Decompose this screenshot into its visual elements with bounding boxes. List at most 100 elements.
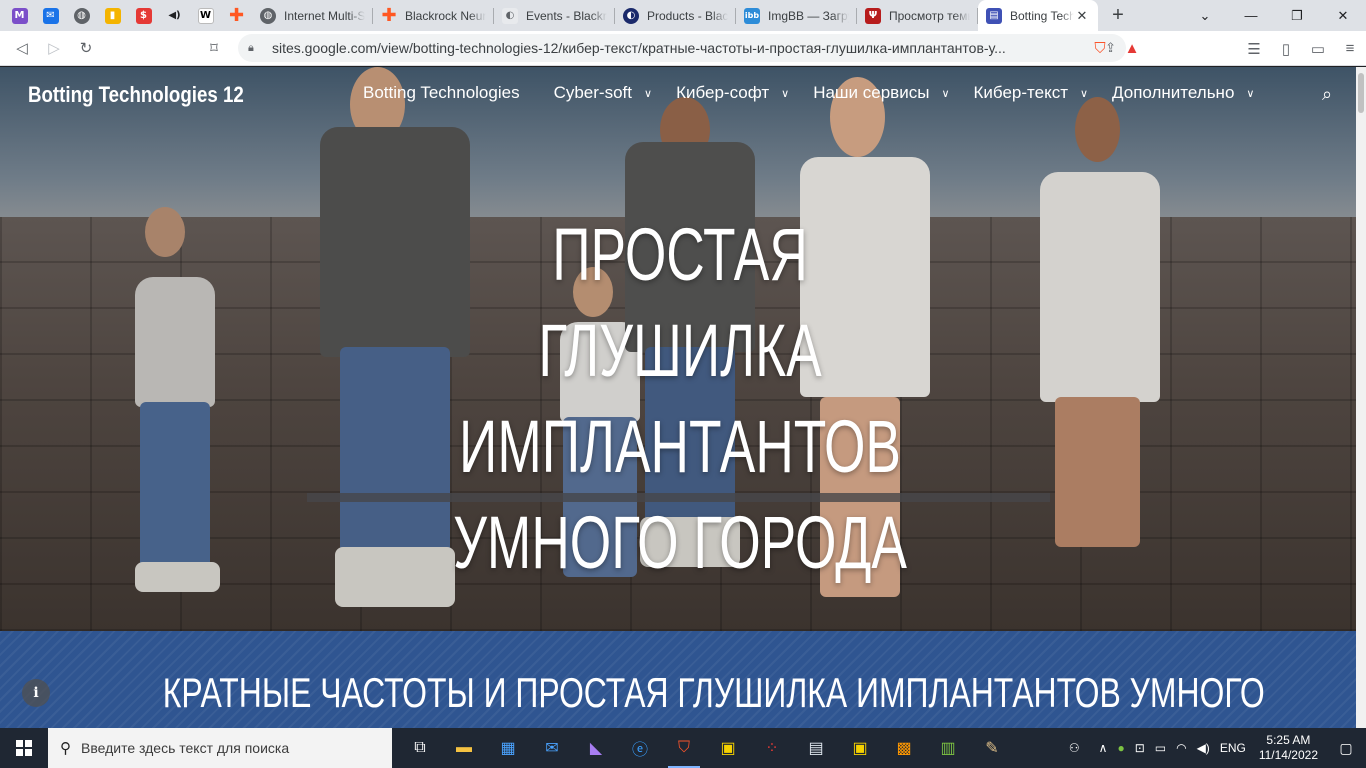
search-icon[interactable]: ⌕	[1322, 84, 1332, 105]
visual-studio-icon[interactable]: ◣	[574, 728, 618, 768]
language-indicator[interactable]: ENG	[1220, 741, 1246, 755]
nav-services[interactable]: Наши сервисы ∨	[813, 83, 949, 103]
forward-icon[interactable]: ▷	[38, 32, 70, 64]
windows-taskbar: ⚲ Введите здесь текст для поиска ⧉ ▬ ▦ ✉…	[0, 728, 1366, 768]
tab-title: Просмотр темы	[889, 8, 970, 23]
paint-icon[interactable]: ✎	[970, 728, 1014, 768]
pinned-tab-wikipedia[interactable]: W	[190, 0, 221, 31]
brave-shield-icon[interactable]: ⛉	[1084, 33, 1116, 65]
plus-icon: ✚	[381, 5, 397, 26]
pinned-tab-speaker[interactable]: ◀)	[159, 0, 190, 31]
pinned-tab-email[interactable]: ✉	[35, 0, 66, 31]
hero-banner: Botting Technologies 12 Botting Technolo…	[0, 67, 1356, 631]
section-title: КРАТНЫЕ ЧАСТОТЫ И ПРОСТАЯ ГЛУШИЛКА ИМПЛА…	[162, 669, 1265, 716]
wifi-icon[interactable]: ◠	[1176, 741, 1186, 755]
app-yellow-icon[interactable]: ▣	[706, 728, 750, 768]
playlist-icon[interactable]: ☰	[1238, 33, 1270, 65]
plus-icon: ✚	[228, 5, 245, 26]
pinned-tab-chart[interactable]: ▮	[97, 0, 128, 31]
chevron-down-icon[interactable]: ∨	[1246, 87, 1254, 100]
app-chart-icon[interactable]: ▥	[926, 728, 970, 768]
info-icon[interactable]: i	[22, 679, 50, 707]
windows-logo-icon	[16, 740, 32, 756]
nav-more[interactable]: Дополнительно ∨	[1112, 83, 1254, 103]
reload-icon[interactable]: ↻	[70, 32, 102, 64]
app-red-dots-icon[interactable]: ⁘	[750, 728, 794, 768]
url-text[interactable]: sites.google.com/view/botting-technologi…	[272, 40, 1097, 56]
brave-rewards-icon[interactable]: ▲	[1116, 33, 1148, 65]
scrollbar-thumb[interactable]	[1358, 73, 1364, 113]
section-header-band: КРАТНЫЕ ЧАСТОТЫ И ПРОСТАЯ ГЛУШИЛКА ИМПЛА…	[0, 631, 1356, 728]
tray-app-icon[interactable]: ⊡	[1135, 741, 1145, 755]
tab-title: ImgBB — Загру	[768, 8, 849, 23]
sites-icon: ▤	[986, 7, 1002, 24]
notification-icon[interactable]: ▢	[1326, 740, 1366, 757]
globe-icon: ◍	[73, 7, 90, 24]
tab-imgbb[interactable]: ibb ImgBB — Загру	[736, 0, 857, 31]
clock[interactable]: 5:25 AM 11/14/2022	[1259, 733, 1318, 763]
sidebar-icon[interactable]: ▯	[1270, 33, 1302, 65]
hero-divider	[307, 493, 1050, 502]
nav-cyber-soft[interactable]: Cyber-soft ∨	[554, 83, 652, 103]
character-boy	[130, 207, 250, 607]
nav-label: Дополнительно	[1112, 83, 1235, 102]
pinned-tab-bank[interactable]: $	[128, 0, 159, 31]
people-icon[interactable]: ⚇	[1069, 741, 1080, 755]
store-icon[interactable]: ▦	[486, 728, 530, 768]
nav-label: Botting Technologies	[363, 83, 520, 102]
nav-botting-technologies[interactable]: Botting Technologies	[363, 83, 520, 103]
minimize-icon[interactable]: —	[1228, 0, 1274, 31]
task-view-icon[interactable]: ⧉	[398, 728, 442, 768]
chevron-down-icon[interactable]: ∨	[781, 87, 789, 100]
pinned-tab-plus[interactable]: ✚	[221, 0, 252, 31]
toolbar-right: ⛉ ▲ ☰ ▯ ▭ ≡	[1084, 31, 1366, 66]
file-explorer-icon[interactable]: ▬	[442, 728, 486, 768]
nav-kiber-soft[interactable]: Кибер-софт ∨	[676, 83, 789, 103]
volume-icon[interactable]: ◀)	[1197, 741, 1210, 755]
bookmark-icon[interactable]: ⌑	[198, 32, 230, 64]
restore-icon[interactable]: ❐	[1274, 0, 1320, 31]
address-bar[interactable]: 🔒︎ sites.google.com/view/botting-technol…	[238, 34, 1126, 62]
tab-forum-topic[interactable]: Ψ Просмотр темы	[857, 0, 978, 31]
menu-icon[interactable]: ≡	[1334, 33, 1366, 65]
tray-chevron-icon[interactable]: ∧	[1099, 741, 1108, 755]
battery-icon[interactable]: ▭	[1155, 741, 1166, 755]
tab-title: Botting Tech	[1010, 8, 1074, 23]
browser-tab-strip: M ✉ ◍ ▮ $ ◀) W ✚ ◍ Internet Multi-S ✚ Bl…	[0, 0, 1366, 31]
chevron-down-icon[interactable]: ∨	[941, 87, 949, 100]
back-icon[interactable]: ◁	[6, 32, 38, 64]
brave-browser-icon[interactable]: ⛉	[662, 728, 706, 768]
mail-app-icon[interactable]: ✉	[530, 728, 574, 768]
mail-icon: M	[11, 7, 28, 24]
chevron-down-icon[interactable]: ∨	[1080, 87, 1088, 100]
chevron-down-icon[interactable]: ∨	[644, 87, 652, 100]
pinned-tab-globe[interactable]: ◍	[66, 0, 97, 31]
close-window-icon[interactable]: ✕	[1320, 0, 1366, 31]
hero-title: ПРОСТАЯ ГЛУШИЛКА ИМПЛАНТАНТОВ УМНОГО ГОР…	[406, 207, 953, 591]
site-name-link[interactable]: Botting Technologies 12	[28, 82, 244, 108]
security-icon[interactable]: ●	[1117, 741, 1124, 755]
start-button[interactable]	[0, 728, 48, 768]
wallet-icon[interactable]: ▭	[1302, 33, 1334, 65]
tab-search-chevron-icon[interactable]: ⌄	[1182, 0, 1228, 31]
page-scrollbar[interactable]	[1356, 67, 1366, 728]
app-window-icon[interactable]: ▤	[794, 728, 838, 768]
tab-products[interactable]: ◐ Products - Black	[615, 0, 736, 31]
ibb-icon: ibb	[744, 7, 760, 24]
clock-time: 5:25 AM	[1266, 733, 1311, 747]
app-yellow-2-icon[interactable]: ▣	[838, 728, 882, 768]
internet-explorer-icon[interactable]: ⓔ	[618, 728, 662, 768]
taskbar-search[interactable]: ⚲ Введите здесь текст для поиска	[48, 728, 392, 768]
tab-blackrock-neuro[interactable]: ✚ Blackrock Neuro	[373, 0, 494, 31]
hero-title-line: УМНОГО ГОРОДА	[453, 501, 907, 584]
wikipedia-icon: W	[197, 7, 214, 24]
pinned-tab-mail[interactable]: M	[4, 0, 35, 31]
tab-internet-multi[interactable]: ◍ Internet Multi-S	[252, 0, 373, 31]
tab-botting-tech[interactable]: ▤ Botting Tech ✕	[978, 0, 1098, 31]
nav-kiber-tekst[interactable]: Кибер-текст ∨	[974, 83, 1089, 103]
close-tab-icon[interactable]: ✕	[1074, 8, 1090, 24]
app-photo-icon[interactable]: ▩	[882, 728, 926, 768]
new-tab-button[interactable]: +	[1104, 2, 1132, 30]
nav-label: Cyber-soft	[553, 83, 632, 102]
tab-events[interactable]: ◐ Events - Blackro	[494, 0, 615, 31]
